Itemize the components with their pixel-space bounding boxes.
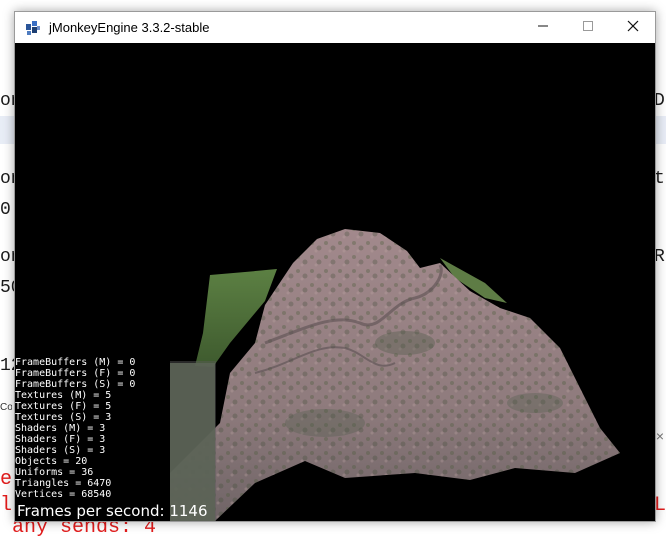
jmonkeyengine-icon bbox=[24, 19, 42, 37]
background-tab-label[interactable]: Co bbox=[0, 402, 12, 413]
stat-shaders-m: Shaders (M) = 3 bbox=[15, 423, 106, 434]
stat-uniforms: Uniforms = 36 bbox=[15, 467, 94, 478]
maximize-icon bbox=[582, 19, 594, 37]
terrain-dark-patch bbox=[285, 409, 365, 437]
fps-counter: Frames per second: 1146 bbox=[17, 502, 208, 520]
stats-panel-background bbox=[170, 361, 216, 521]
stat-textures-s: Textures (S) = 3 bbox=[15, 412, 112, 423]
stat-textures-m: Textures (M) = 5 bbox=[15, 390, 112, 401]
close-button[interactable] bbox=[610, 12, 656, 43]
stat-framebuffers-s: FrameBuffers (S) = 0 bbox=[15, 379, 136, 390]
stat-framebuffers-f: FrameBuffers (F) = 0 bbox=[15, 368, 136, 379]
stat-shaders-f: Shaders (F) = 3 bbox=[15, 434, 106, 445]
close-icon bbox=[627, 19, 639, 37]
background-close-icon[interactable]: × bbox=[656, 428, 664, 444]
minimize-icon bbox=[537, 19, 549, 37]
title-bar[interactable]: jMonkeyEngine 3.3.2-stable bbox=[15, 12, 655, 43]
stat-framebuffers-m: FrameBuffers (M) = 0 bbox=[15, 357, 136, 368]
stat-shaders-s: Shaders (S) = 3 bbox=[15, 445, 106, 456]
stat-textures-f: Textures (F) = 5 bbox=[15, 401, 112, 412]
terrain-dark-patch bbox=[375, 331, 435, 355]
stats-overlay: FrameBuffers (M) = 0 FrameBuffers (F) = … bbox=[15, 357, 135, 500]
minimize-button[interactable] bbox=[520, 12, 566, 43]
maximize-button[interactable] bbox=[565, 12, 611, 43]
window-title: jMonkeyEngine 3.3.2-stable bbox=[49, 20, 210, 35]
terrain-dark-patch bbox=[507, 393, 563, 413]
stat-objects: Objects = 20 bbox=[15, 456, 88, 467]
stat-vertices: Vertices = 68540 bbox=[15, 489, 112, 500]
stat-triangles: Triangles = 6470 bbox=[15, 478, 112, 489]
app-window[interactable]: jMonkeyEngine 3.3.2-stable FrameBuffers … bbox=[14, 11, 656, 522]
render-viewport[interactable]: FrameBuffers (M) = 0 FrameBuffers (F) = … bbox=[15, 43, 655, 521]
